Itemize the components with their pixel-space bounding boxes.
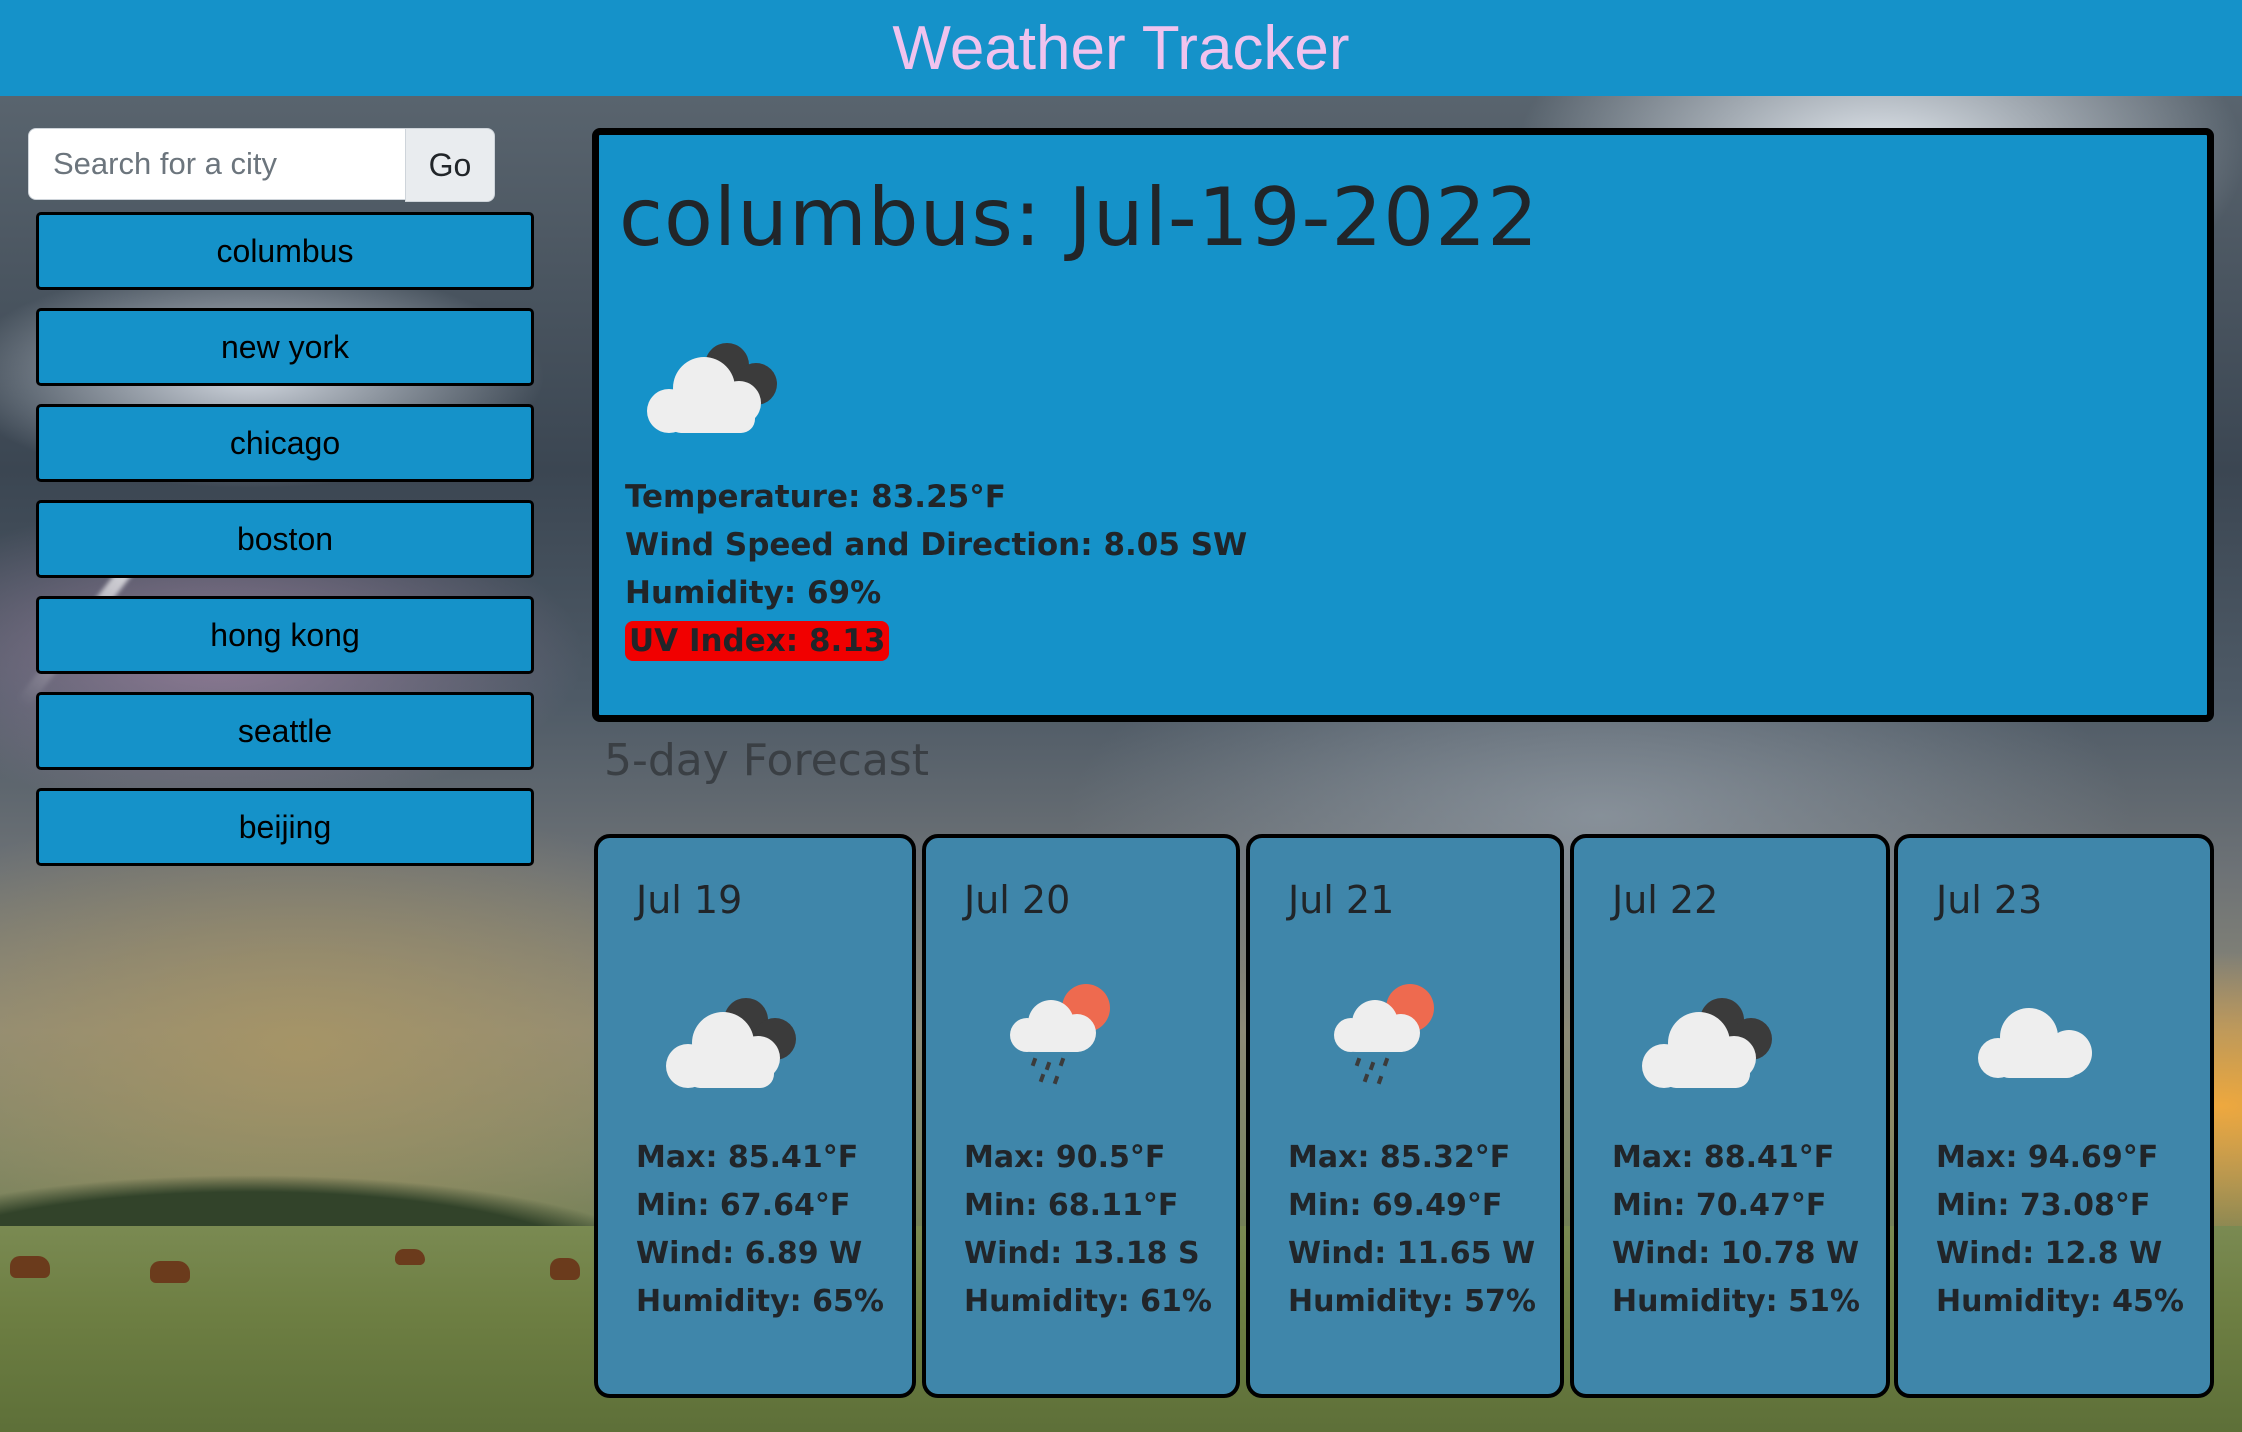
forecast-heading: 5-day Forecast	[604, 735, 929, 786]
forecast-wind: Wind: 13.18 S	[964, 1236, 1200, 1271]
forecast-wind: Wind: 10.78 W	[1612, 1236, 1860, 1271]
app-title: Weather Tracker	[892, 13, 1350, 83]
broken-clouds-icon	[666, 988, 806, 1088]
broken-clouds-icon	[647, 333, 787, 433]
forecast-humidity: Humidity: 57%	[1288, 1284, 1536, 1319]
forecast-humidity: Humidity: 61%	[964, 1284, 1212, 1319]
current-temperature: Temperature: 83.25°F	[625, 479, 1006, 515]
forecast-card: Jul 23 Max: 94.69°F Min: 73.08°F Wind: 1…	[1894, 834, 2214, 1398]
app-header: Weather Tracker	[0, 0, 2242, 96]
forecast-min: Min: 69.49°F	[1288, 1188, 1503, 1223]
forecast-wind: Wind: 12.8 W	[1936, 1236, 2163, 1271]
forecast-humidity: Humidity: 65%	[636, 1284, 884, 1319]
forecast-date: Jul 19	[636, 878, 743, 922]
forecast-max: Max: 90.5°F	[964, 1140, 1166, 1175]
forecast-max: Max: 85.32°F	[1288, 1140, 1511, 1175]
forecast-min: Min: 70.47°F	[1612, 1188, 1827, 1223]
current-weather-panel: columbus: Jul-19-2022 Temperature: 83.25…	[592, 128, 2214, 722]
rain-sun-icon	[1334, 984, 1474, 1085]
history-button-chicago[interactable]: chicago	[36, 404, 534, 482]
search-history-list: columbus new york chicago boston hong ko…	[36, 212, 534, 884]
forecast-max: Max: 88.41°F	[1612, 1140, 1835, 1175]
history-button-seattle[interactable]: seattle	[36, 692, 534, 770]
forecast-card: Jul 19 Max: 85.41°F Min: 67.64°F Wind: 6…	[594, 834, 916, 1398]
current-humidity: Humidity: 69%	[625, 575, 882, 611]
forecast-date: Jul 20	[964, 878, 1071, 922]
current-wind: Wind Speed and Direction: 8.05 SW	[625, 527, 1248, 563]
forecast-card: Jul 21 Max: 85.32°F Min: 69.49°F Wind: 1…	[1246, 834, 1564, 1398]
current-city-date: columbus: Jul-19-2022	[619, 171, 1539, 264]
forecast-date: Jul 21	[1288, 878, 1395, 922]
go-button[interactable]: Go	[405, 128, 495, 202]
forecast-min: Min: 73.08°F	[1936, 1188, 2151, 1223]
history-button-hong-kong[interactable]: hong kong	[36, 596, 534, 674]
broken-clouds-icon	[1642, 988, 1782, 1088]
uv-index-badge: UV Index: 8.13	[625, 621, 890, 661]
forecast-date: Jul 23	[1936, 878, 2043, 922]
forecast-min: Min: 67.64°F	[636, 1188, 851, 1223]
forecast-humidity: Humidity: 45%	[1936, 1284, 2184, 1319]
history-button-beijing[interactable]: beijing	[36, 788, 534, 866]
search-form: Go	[28, 128, 495, 202]
forecast-wind: Wind: 6.89 W	[636, 1236, 863, 1271]
rain-sun-icon	[1010, 984, 1150, 1085]
forecast-card: Jul 20 Max: 90.5°F Min: 68.11°F Wind: 13…	[922, 834, 1240, 1398]
city-search-input[interactable]	[28, 128, 406, 200]
forecast-card: Jul 22 Max: 88.41°F Min: 70.47°F Wind: 1…	[1570, 834, 1890, 1398]
history-button-new-york[interactable]: new york	[36, 308, 534, 386]
forecast-max: Max: 85.41°F	[636, 1140, 859, 1175]
forecast-min: Min: 68.11°F	[964, 1188, 1179, 1223]
history-button-boston[interactable]: boston	[36, 500, 534, 578]
forecast-wind: Wind: 11.65 W	[1288, 1236, 1536, 1271]
cloud-icon	[1978, 998, 2118, 1098]
forecast-humidity: Humidity: 51%	[1612, 1284, 1860, 1319]
current-stats: Temperature: 83.25°F Wind Speed and Dire…	[625, 473, 1247, 665]
forecast-max: Max: 94.69°F	[1936, 1140, 2159, 1175]
forecast-date: Jul 22	[1612, 878, 1719, 922]
history-button-columbus[interactable]: columbus	[36, 212, 534, 290]
